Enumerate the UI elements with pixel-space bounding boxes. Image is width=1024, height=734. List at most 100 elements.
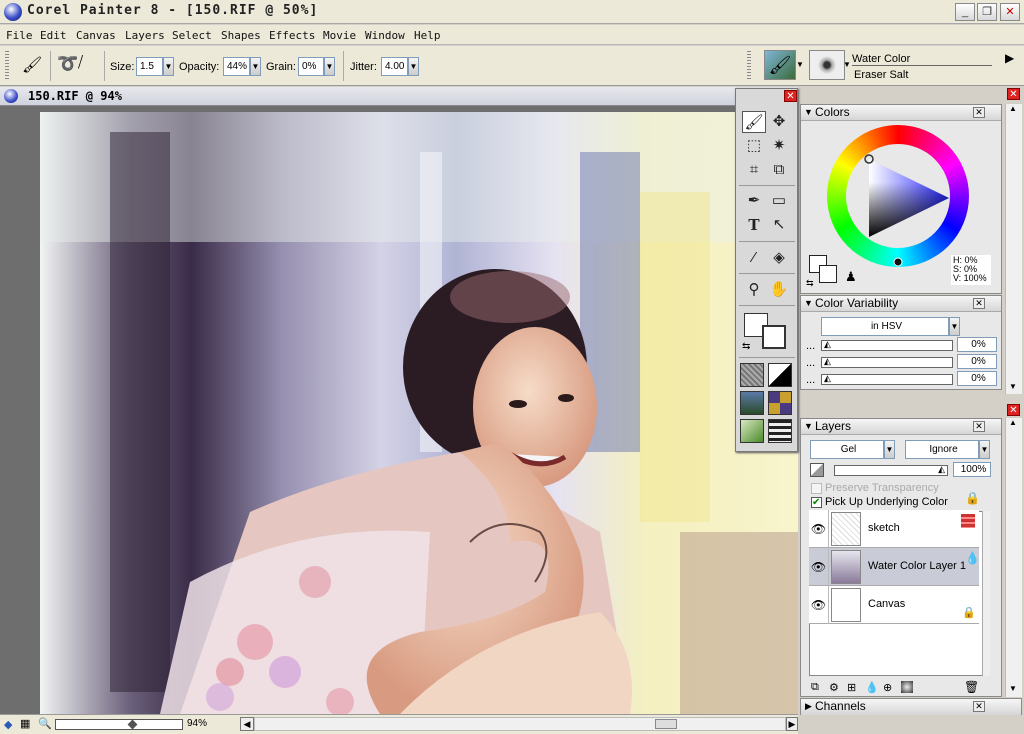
pen-tool-icon[interactable]: ✒: [742, 190, 766, 212]
layers-group-close-button[interactable]: ✕: [1007, 404, 1020, 416]
swap-colors-icon[interactable]: ⇆: [742, 341, 750, 352]
saturation-value-triangle[interactable]: [827, 125, 969, 267]
grain-input[interactable]: 0%: [298, 57, 324, 76]
scrollbar-thumb[interactable]: [655, 719, 677, 729]
zoom-icon[interactable]: 🔍: [38, 717, 52, 730]
pick-up-underlying-checkbox[interactable]: ✔: [811, 497, 822, 508]
shape-selection-tool-icon[interactable]: ↖: [767, 214, 791, 236]
hue-variability-slider[interactable]: ◭: [821, 339, 953, 351]
hue-ring[interactable]: [827, 125, 969, 267]
palette-close-icon[interactable]: ✕: [973, 298, 985, 309]
jitter-input[interactable]: 4.00: [381, 57, 408, 76]
lock-layer-icon[interactable]: 🔒: [965, 491, 980, 505]
selection-adjuster-tool-icon[interactable]: ⧉: [767, 159, 791, 181]
menu-layers[interactable]: Layers: [125, 29, 165, 42]
palette-close-icon[interactable]: ✕: [973, 421, 985, 432]
layer-item-selected[interactable]: 👁 Water Color Layer 1 💧: [809, 548, 980, 586]
scroll-left-button[interactable]: ◀: [240, 717, 254, 731]
grain-dropdown[interactable]: ▼: [324, 57, 335, 76]
toolbox-close-button[interactable]: ✕: [784, 90, 797, 102]
collapse-icon[interactable]: ▼: [804, 296, 813, 311]
create-layer-mask-icon[interactable]: [901, 681, 913, 693]
close-button[interactable]: ✕: [1000, 3, 1020, 21]
value-variability-value[interactable]: 0%: [957, 371, 997, 386]
layer-opacity-value[interactable]: 100%: [953, 462, 991, 477]
scroll-down-icon[interactable]: ▼: [1009, 382, 1017, 391]
palette-close-icon[interactable]: ✕: [973, 107, 985, 118]
size-input[interactable]: 1.5: [136, 57, 163, 76]
pattern-selector-icon[interactable]: [740, 391, 764, 415]
clone-color-icon[interactable]: ♟: [845, 269, 857, 285]
rectangular-selection-tool-icon[interactable]: ⬚: [742, 135, 766, 157]
scroll-right-button[interactable]: ▶: [786, 717, 798, 731]
magnifier-tool-icon[interactable]: ⚲: [742, 279, 766, 301]
paper-selector-icon[interactable]: [740, 363, 764, 387]
channels-palette[interactable]: ▶ Channels ✕: [800, 698, 1022, 715]
layer-visibility-eye-icon[interactable]: 👁: [809, 510, 829, 548]
variability-mode-dropdown[interactable]: ▼: [949, 317, 960, 336]
layer-commands-icon[interactable]: ⧉: [811, 681, 819, 694]
composite-depth-dropdown[interactable]: ▼: [979, 440, 990, 459]
new-layer-mask-icon[interactable]: ⊕: [883, 681, 892, 694]
expand-icon[interactable]: ▶: [805, 699, 812, 714]
composite-depth-select[interactable]: Ignore: [905, 440, 979, 459]
brush-category-dropdown[interactable]: ▼: [796, 60, 804, 69]
rectangle-shape-tool-icon[interactable]: ▭: [767, 190, 791, 212]
restore-button[interactable]: ❐: [977, 3, 997, 21]
swap-colors-icon[interactable]: ⇆: [806, 278, 814, 289]
brush-variant-name[interactable]: Eraser Salt: [854, 69, 908, 81]
gradient-selector-icon[interactable]: [768, 363, 792, 387]
brush-selector-grip[interactable]: [747, 51, 751, 81]
layer-opacity-slider[interactable]: ◭: [834, 464, 948, 476]
toolbar-grip[interactable]: [5, 51, 9, 81]
drawing-mode-icon[interactable]: ◆: [4, 718, 12, 731]
layer-adjuster-tool-icon[interactable]: ✥: [767, 111, 791, 133]
zoom-slider-thumb[interactable]: [127, 719, 138, 730]
straight-line-stroke-icon[interactable]: ⧸: [78, 54, 83, 71]
painting-canvas[interactable]: [40, 112, 798, 714]
hue-variability-value[interactable]: 0%: [957, 337, 997, 352]
menu-shapes[interactable]: Shapes: [221, 29, 261, 42]
layer-visibility-eye-icon[interactable]: 👁: [809, 548, 829, 586]
delete-layer-icon[interactable]: 🗑: [964, 680, 979, 694]
colors-palette-header[interactable]: ▼ Colors ✕: [801, 105, 1001, 121]
palette-group-close-button[interactable]: ✕: [1007, 88, 1020, 100]
color-variability-header[interactable]: ▼ Color Variability ✕: [801, 296, 1001, 312]
brush-selector-arrow-icon[interactable]: ▶: [1005, 51, 1014, 65]
grabber-tool-icon[interactable]: ✋: [767, 279, 791, 301]
brush-tool-icon[interactable]: 🖌: [742, 111, 766, 133]
menu-effects[interactable]: Effects: [269, 29, 315, 42]
menu-help[interactable]: Help: [414, 29, 441, 42]
palette-close-icon[interactable]: ✕: [973, 701, 985, 712]
text-tool-icon[interactable]: T: [742, 214, 766, 236]
composite-method-select[interactable]: Gel: [810, 440, 884, 459]
jitter-dropdown[interactable]: ▼: [408, 57, 419, 76]
weave-selector-icon[interactable]: [768, 391, 792, 415]
layers-palette-header[interactable]: ▼ Layers ✕: [801, 419, 1001, 435]
opacity-input[interactable]: 44%: [223, 57, 250, 76]
layer-item[interactable]: 👁 Canvas 🔒: [809, 586, 979, 624]
menu-movie[interactable]: Movie: [323, 29, 356, 42]
paint-bucket-tool-icon[interactable]: ◈: [767, 247, 791, 269]
brush-category-icon[interactable]: 🖌: [764, 50, 796, 80]
brush-category-name[interactable]: Water Color: [852, 53, 992, 66]
horizontal-scrollbar[interactable]: [254, 717, 786, 731]
opacity-dropdown[interactable]: ▼: [250, 57, 261, 76]
nozzle-selector-icon[interactable]: [768, 419, 792, 443]
collapse-icon[interactable]: ▼: [804, 105, 813, 120]
collapse-icon[interactable]: ▼: [804, 419, 813, 434]
dynamic-plugins-icon[interactable]: ⚙: [829, 681, 839, 694]
value-variability-slider[interactable]: ◭: [821, 373, 953, 385]
grid-view-icon[interactable]: ▦: [20, 717, 30, 730]
preserve-transparency-checkbox[interactable]: [811, 483, 822, 494]
brush-variant-dropdown[interactable]: ▼: [843, 60, 851, 69]
layers-palette-scrollbar[interactable]: ▲ ▼: [1005, 418, 1022, 697]
variability-mode-select[interactable]: in HSV: [821, 317, 949, 336]
layer-group-icon[interactable]: ⊞: [847, 681, 856, 694]
scroll-down-icon[interactable]: ▼: [1009, 684, 1017, 693]
channels-palette-header[interactable]: ▶ Channels ✕: [801, 699, 1021, 715]
freehand-stroke-icon[interactable]: ➰: [57, 54, 78, 74]
layer-list-scrollbar[interactable]: [982, 511, 990, 676]
brush-tool-icon[interactable]: 🖌: [22, 55, 42, 75]
scroll-up-icon[interactable]: ▲: [1009, 418, 1017, 427]
